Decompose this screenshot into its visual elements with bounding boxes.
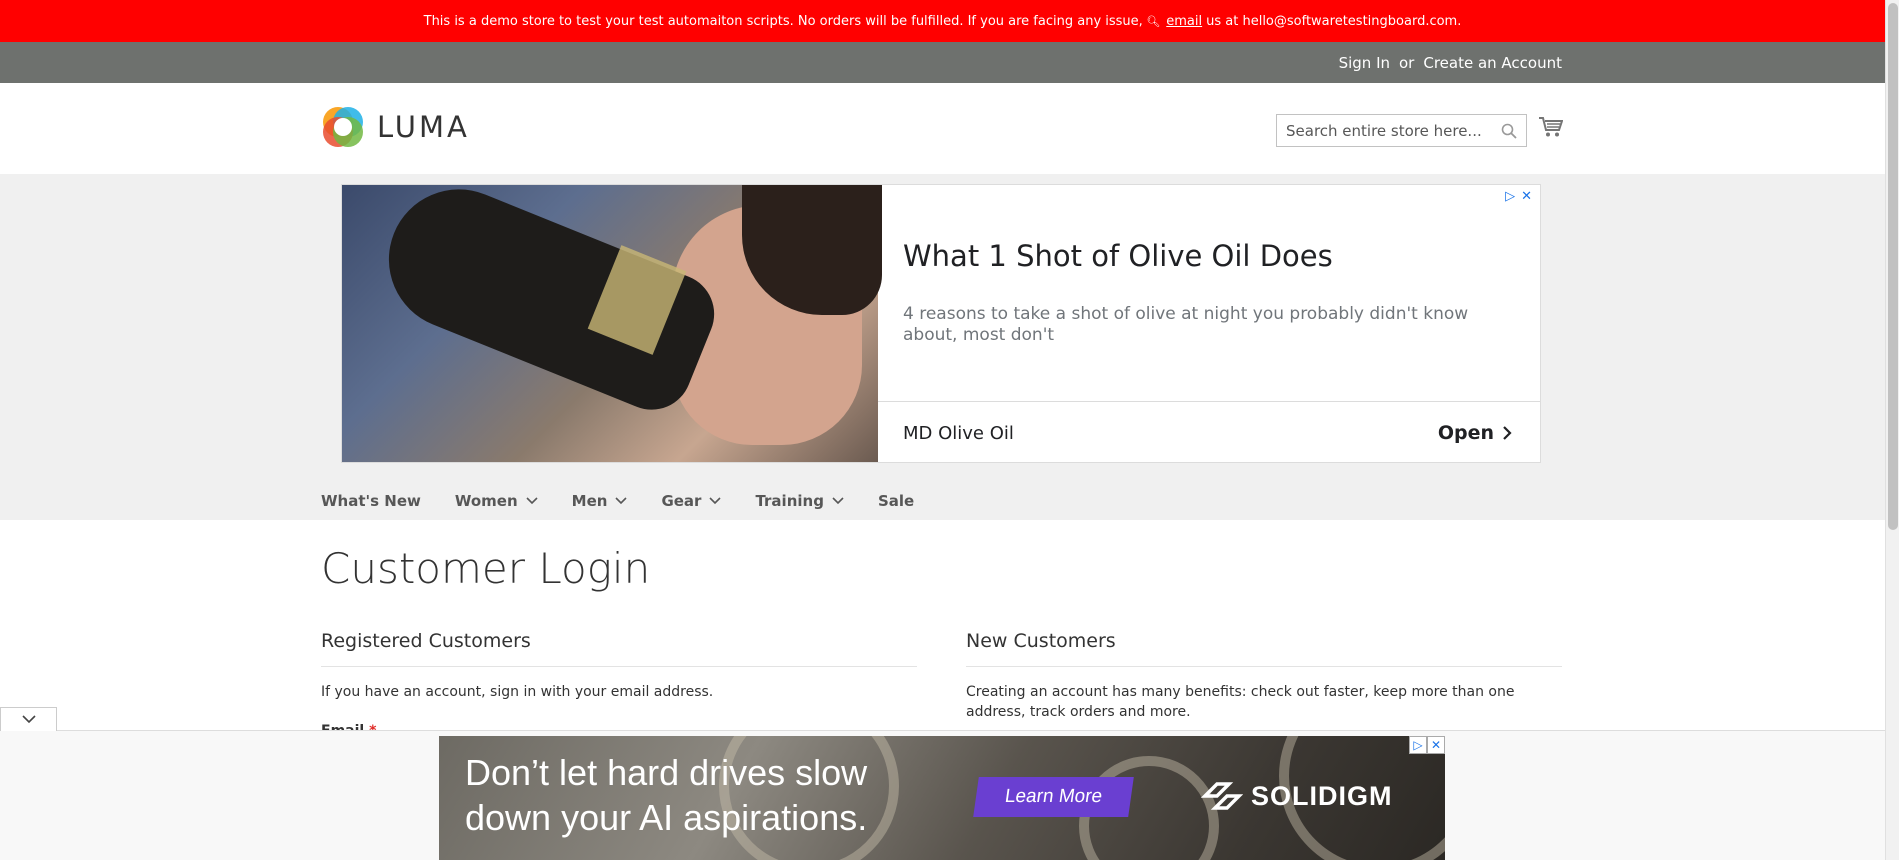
ad-body: 4 reasons to take a shot of olive at nig…	[903, 304, 1469, 345]
chevron-down-icon	[709, 497, 722, 505]
adchoices-icon[interactable]: ▷	[1409, 736, 1427, 754]
nav-item-label: Gear	[661, 492, 702, 510]
logo-text: LUMA	[377, 110, 470, 144]
ad-footer: MD Olive Oil Open	[878, 401, 1540, 462]
cart-icon[interactable]	[1538, 116, 1563, 138]
search-icon[interactable]	[1501, 123, 1517, 139]
registered-customers-text: If you have an account, sign in with you…	[321, 684, 714, 700]
nav-item-men[interactable]: Men	[572, 483, 628, 519]
nav-item-gear[interactable]: Gear	[661, 483, 722, 519]
header-links: Sign In or Create an Account	[1339, 42, 1562, 83]
nav-item-training[interactable]: Training	[755, 483, 844, 519]
learn-more-button[interactable]: Learn More	[973, 777, 1134, 817]
ad-image[interactable]	[342, 185, 882, 462]
sign-in-link[interactable]: Sign In	[1339, 54, 1390, 72]
demo-store-banner: This is a demo store to test your test a…	[0, 0, 1885, 42]
nav-item-label: What's New	[321, 492, 421, 510]
ad-advertiser: MD Olive Oil	[903, 422, 1014, 444]
collapse-ad-toggle[interactable]	[0, 707, 57, 731]
chevron-down-icon	[615, 497, 628, 505]
or-separator: or	[1399, 53, 1415, 72]
bottom-ad-badges: ▷ ✕	[1409, 736, 1445, 754]
banner-text: This is a demo store to test your test a…	[423, 13, 1143, 29]
page-scrollbar[interactable]	[1885, 0, 1899, 860]
search-placeholder: Search entire store here...	[1286, 121, 1482, 140]
page-title: Customer Login	[321, 544, 651, 593]
ad-close-icon[interactable]: ✕	[1521, 189, 1532, 204]
ad-area: ▷ ✕ What 1 Shot of Olive Oil Does 4 reas…	[0, 174, 1885, 520]
chevron-down-icon	[526, 497, 538, 505]
search-input[interactable]: Search entire store here...	[1276, 114, 1527, 147]
create-account-link[interactable]: Create an Account	[1423, 54, 1562, 72]
luma-logo-icon	[323, 107, 363, 147]
ad-open-button[interactable]: Open	[1438, 422, 1512, 444]
magnifier-icon: 🔍︎	[1142, 14, 1161, 28]
solidigm-logo-icon	[1201, 782, 1243, 810]
banner-email-link[interactable]: email	[1166, 14, 1202, 29]
nav-item-label: Men	[571, 492, 608, 510]
new-customers-divider	[966, 666, 1562, 667]
registered-divider	[321, 666, 917, 667]
new-customers-title: New Customers	[966, 630, 1116, 652]
ad-open-label: Open	[1437, 422, 1494, 444]
bottom-ad-line1: Don’t let hard drives slow	[465, 752, 868, 793]
olive-oil-ad[interactable]: ▷ ✕ What 1 Shot of Olive Oil Does 4 reas…	[341, 184, 1541, 463]
chevron-down-icon	[832, 497, 844, 505]
header-content: LUMA Search entire store here...	[0, 83, 1885, 174]
header-panel: Sign In or Create an Account	[0, 42, 1885, 83]
new-customers-text: Creating an account has many benefits: c…	[966, 684, 1515, 720]
adchoices-icon[interactable]: ▷	[1505, 189, 1515, 204]
nav-item-label: Sale	[877, 492, 915, 510]
solidigm-brand: SOLIDIGM	[1251, 780, 1393, 811]
nav-item-label: Training	[755, 492, 824, 510]
chevron-right-icon	[1503, 426, 1512, 440]
registered-customers-title: Registered Customers	[321, 630, 531, 652]
ad-badges: ▷ ✕	[1505, 189, 1532, 204]
solidigm-logo: SOLIDIGM	[1201, 776, 1393, 816]
nav-item-women[interactable]: Women	[455, 483, 538, 519]
bottom-ad-line2: down your AI aspirations.	[465, 797, 868, 838]
ad-close-icon[interactable]: ✕	[1427, 736, 1445, 754]
solidigm-ad[interactable]: Don’t let hard drives slow down your AI …	[439, 736, 1445, 860]
chevron-down-icon	[21, 715, 36, 724]
nav-item-sale[interactable]: Sale	[878, 483, 914, 519]
luma-logo[interactable]: LUMA	[321, 105, 470, 149]
nav-item-label: Women	[454, 492, 518, 510]
scrollbar-thumb[interactable]	[1888, 3, 1898, 530]
banner-text-after: us at hello@softwaretestingboard.com.	[1206, 13, 1462, 29]
ad-headline[interactable]: What 1 Shot of Olive Oil Does	[903, 239, 1333, 273]
bottom-ad-headline: Don’t let hard drives slow down your AI …	[465, 750, 867, 840]
nav-item-what-s-new[interactable]: What's New	[321, 483, 421, 519]
bottom-ad-bar: Don’t let hard drives slow down your AI …	[0, 730, 1885, 860]
main-navigation: What's New Women Men Gear Training Sale	[321, 483, 914, 519]
